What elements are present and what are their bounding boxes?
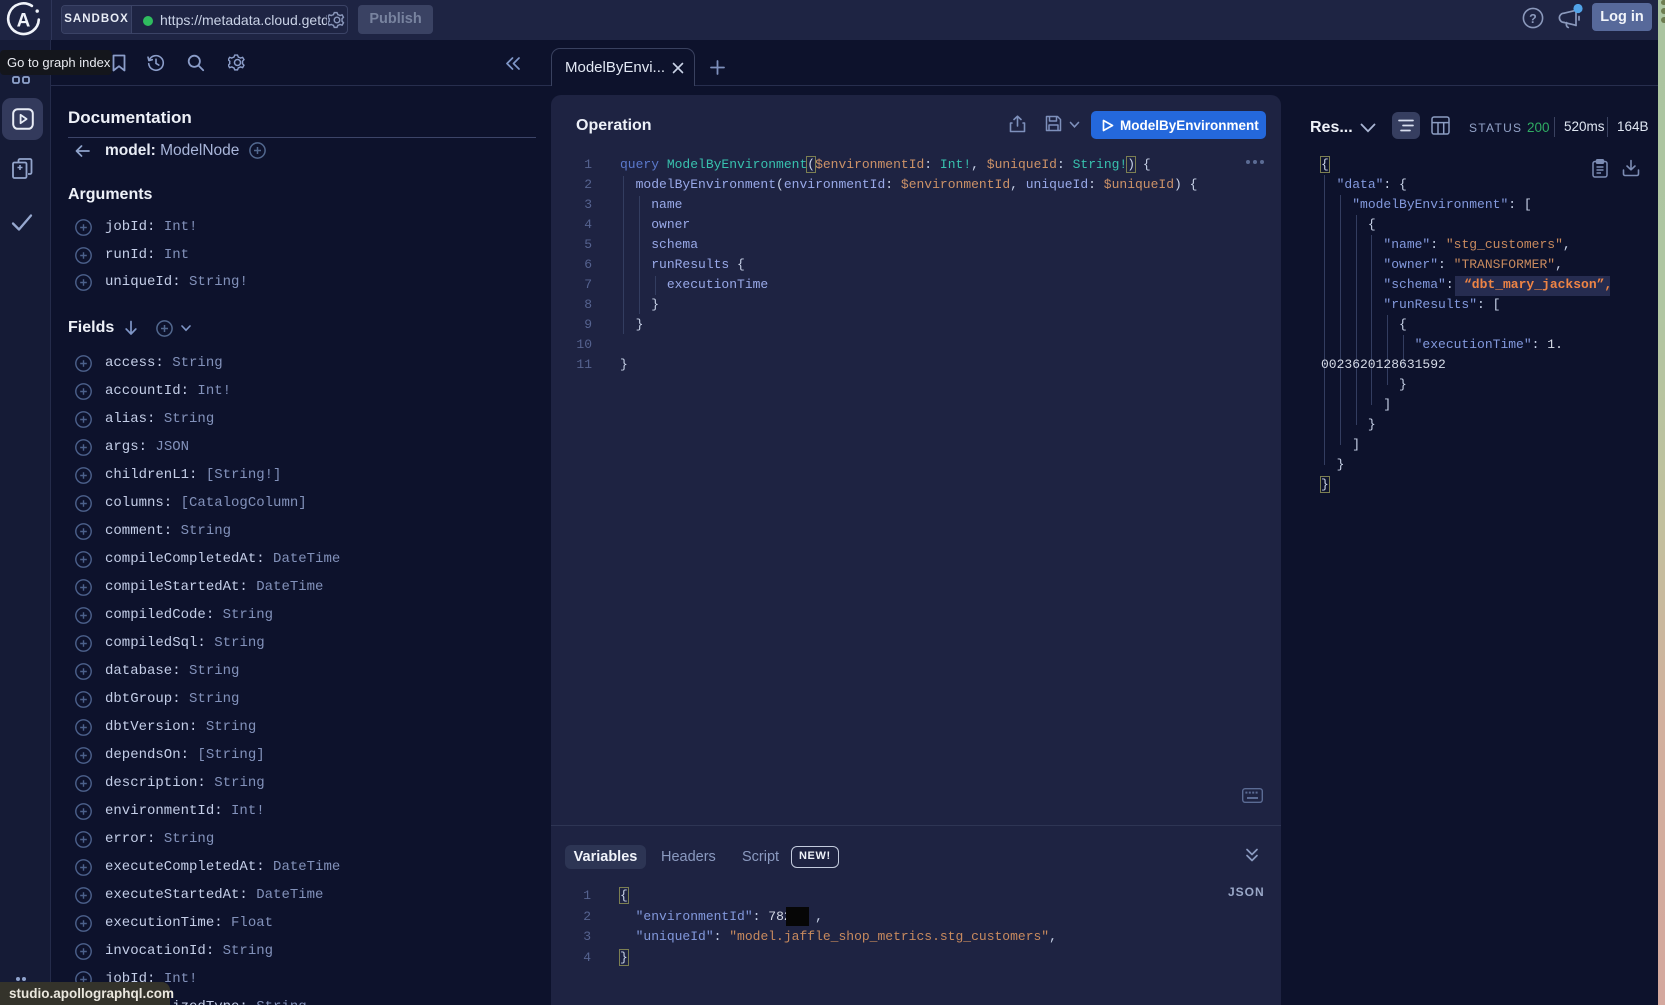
svg-text:?: ? [1529,12,1537,26]
svg-text:A: A [17,11,31,32]
